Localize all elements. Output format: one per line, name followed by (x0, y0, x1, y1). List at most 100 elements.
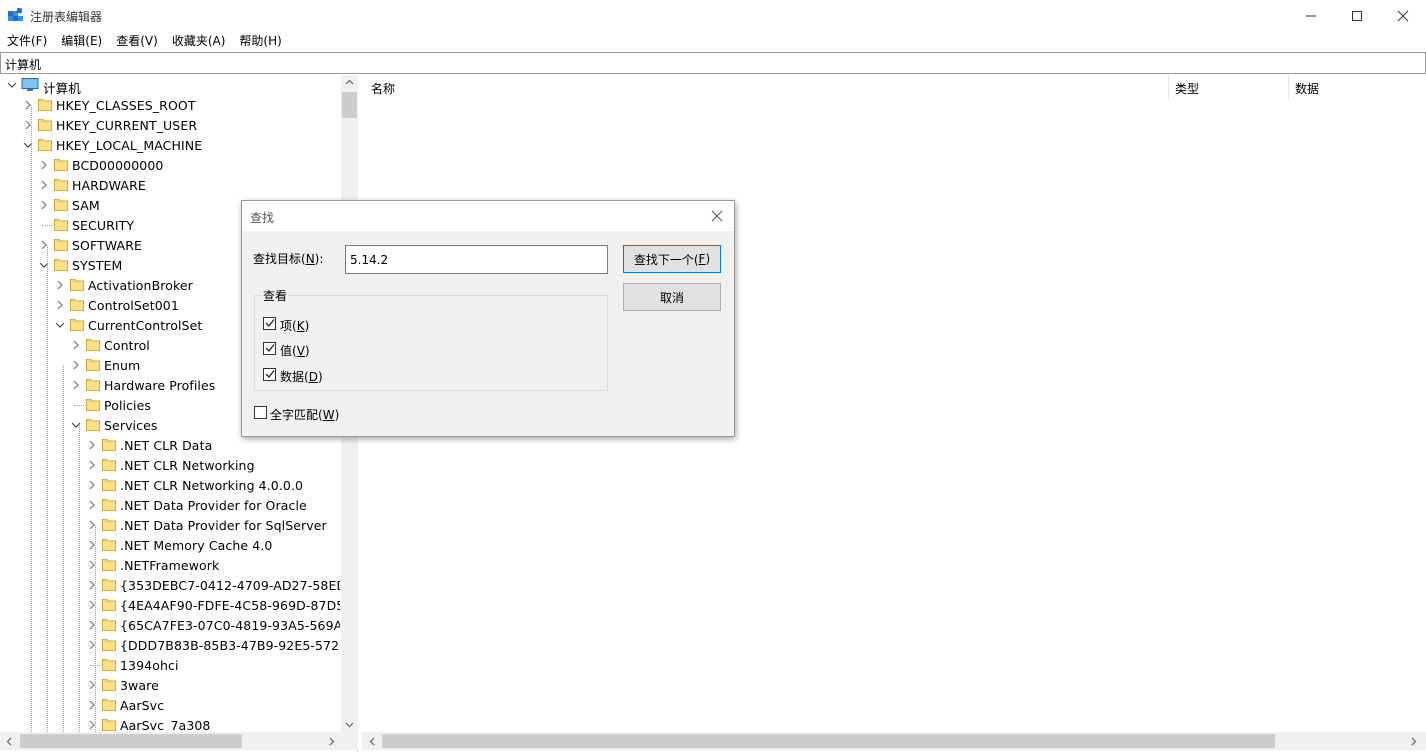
folder-icon (102, 479, 116, 491)
chevron-right-icon[interactable] (22, 99, 34, 111)
chevron-right-icon[interactable] (86, 699, 98, 711)
folder-icon (102, 599, 116, 611)
column-separator[interactable] (1168, 75, 1169, 99)
cancel-button[interactable]: 取消 (623, 283, 721, 311)
tree-item[interactable]: .NET Data Provider for Oracle (0, 495, 340, 515)
column-data[interactable]: 数据 (1295, 80, 1319, 97)
tree-item[interactable]: .NET CLR Networking 4.0.0.0 (0, 475, 340, 495)
tree-item[interactable]: .NET CLR Networking (0, 455, 340, 475)
tree-item[interactable]: HARDWARE (0, 175, 340, 195)
tree-item[interactable]: .NET CLR Data (0, 435, 340, 455)
find-dialog-titlebar[interactable]: 查找 (242, 201, 734, 231)
chevron-right-icon[interactable] (86, 479, 98, 491)
tree-hscroll-thumb[interactable] (20, 734, 242, 748)
tree-item[interactable]: {353DEBC7-0412-4709-AD27-58EDBB (0, 575, 340, 595)
chevron-right-icon[interactable] (86, 439, 98, 451)
tree-item[interactable]: .NET Data Provider for SqlServer (0, 515, 340, 535)
chevron-right-icon[interactable] (86, 499, 98, 511)
tree-item[interactable]: 3ware (0, 675, 340, 695)
tree-item[interactable]: AarSvc (0, 695, 340, 715)
scroll-left-icon[interactable] (368, 737, 377, 746)
close-icon[interactable] (708, 207, 726, 225)
chevron-right-icon[interactable] (38, 199, 50, 211)
find-next-button[interactable]: 查找下一个(F) (623, 245, 721, 273)
tree-item[interactable]: HKEY_LOCAL_MACHINE (0, 135, 340, 155)
chevron-right-icon[interactable] (38, 159, 50, 171)
column-name[interactable]: 名称 (371, 80, 395, 97)
chevron-right-icon[interactable] (70, 359, 82, 371)
chevron-right-icon[interactable] (86, 539, 98, 551)
scroll-down-icon[interactable] (345, 720, 354, 729)
chevron-right-icon[interactable] (86, 459, 98, 471)
match-whole-checkbox[interactable] (254, 406, 267, 419)
tree-item[interactable]: AarSvc_7a308 (0, 715, 340, 732)
column-type[interactable]: 类型 (1175, 80, 1199, 97)
tree-item[interactable]: 1394ohci (0, 655, 340, 675)
minimize-button[interactable] (1288, 0, 1334, 31)
chevron-right-icon[interactable] (86, 519, 98, 531)
chevron-right-icon[interactable] (70, 339, 82, 351)
chevron-right-icon[interactable] (22, 119, 34, 131)
tree-item[interactable]: {65CA7FE3-07C0-4819-93A5-569AA68 (0, 615, 340, 635)
tree-item[interactable]: BCD00000000 (0, 155, 340, 175)
tree-item[interactable]: {DDD7B83B-85B3-47B9-92E5-572CAB (0, 635, 340, 655)
tree-item-label: HKEY_CLASSES_ROOT (56, 98, 196, 113)
folder-icon (86, 359, 100, 371)
chevron-right-icon[interactable] (86, 719, 98, 731)
close-button[interactable] (1380, 0, 1426, 31)
chevron-down-icon[interactable] (6, 79, 18, 91)
tree-item-label: {DDD7B83B-85B3-47B9-92E5-572CAB (120, 638, 340, 653)
chevron-right-icon[interactable] (86, 599, 98, 611)
chevron-right-icon[interactable] (86, 559, 98, 571)
chevron-down-icon[interactable] (22, 139, 34, 151)
chevron-down-icon[interactable] (70, 419, 82, 431)
find-target-input[interactable] (345, 245, 608, 274)
folder-icon (86, 419, 100, 431)
tree-item[interactable]: HKEY_CLASSES_ROOT (0, 95, 340, 115)
tree-vscroll-thumb[interactable] (342, 92, 357, 118)
scroll-right-icon[interactable] (327, 737, 336, 746)
folder-icon (54, 199, 68, 211)
scroll-left-icon[interactable] (5, 737, 14, 746)
folder-icon (102, 659, 116, 671)
tree-item-label: CurrentControlSet (88, 318, 203, 333)
menu-edit[interactable]: 编辑(E) (54, 31, 109, 51)
values-horizontal-scrollbar[interactable] (362, 732, 1426, 750)
tree-item[interactable]: .NET Memory Cache 4.0 (0, 535, 340, 555)
chevron-right-icon[interactable] (38, 179, 50, 191)
values-hscroll-thumb[interactable] (382, 734, 1275, 748)
menu-view[interactable]: 查看(V) (109, 31, 165, 51)
values-checkbox[interactable] (263, 342, 276, 355)
address-bar[interactable]: 计算机 (0, 52, 1426, 74)
scroll-right-icon[interactable] (1409, 737, 1418, 746)
tree-horizontal-scrollbar[interactable] (0, 732, 358, 750)
folder-icon (102, 519, 116, 531)
chevron-right-icon[interactable] (86, 619, 98, 631)
menu-file[interactable]: 文件(F) (0, 31, 54, 51)
column-separator[interactable] (1288, 75, 1289, 99)
tree-root-computer[interactable]: 计算机 (0, 75, 340, 96)
chevron-right-icon[interactable] (54, 299, 66, 311)
tree-item[interactable]: HKEY_CURRENT_USER (0, 115, 340, 135)
tree-item[interactable]: {4EA4AF90-FDFE-4C58-969D-87D5AFA (0, 595, 340, 615)
chevron-right-icon[interactable] (86, 639, 98, 651)
tree-item-label: .NET Data Provider for SqlServer (120, 518, 327, 533)
chevron-down-icon[interactable] (54, 319, 66, 331)
folder-icon (86, 379, 100, 391)
scroll-up-icon[interactable] (345, 78, 354, 87)
data-checkbox[interactable] (263, 368, 276, 381)
chevron-right-icon[interactable] (86, 579, 98, 591)
tree-item-label: 3ware (120, 678, 159, 693)
keys-checkbox[interactable] (263, 317, 276, 330)
tree-item[interactable]: .NETFramework (0, 555, 340, 575)
menu-help[interactable]: 帮助(H) (232, 31, 288, 51)
tree-item-label: ActivationBroker (88, 278, 193, 293)
chevron-down-icon[interactable] (38, 259, 50, 271)
chevron-right-icon[interactable] (38, 239, 50, 251)
chevron-right-icon[interactable] (70, 379, 82, 391)
maximize-button[interactable] (1334, 0, 1380, 31)
tree-guide-line (47, 245, 48, 732)
chevron-right-icon[interactable] (54, 279, 66, 291)
chevron-right-icon[interactable] (86, 679, 98, 691)
menu-favorites[interactable]: 收藏夹(A) (165, 31, 233, 51)
